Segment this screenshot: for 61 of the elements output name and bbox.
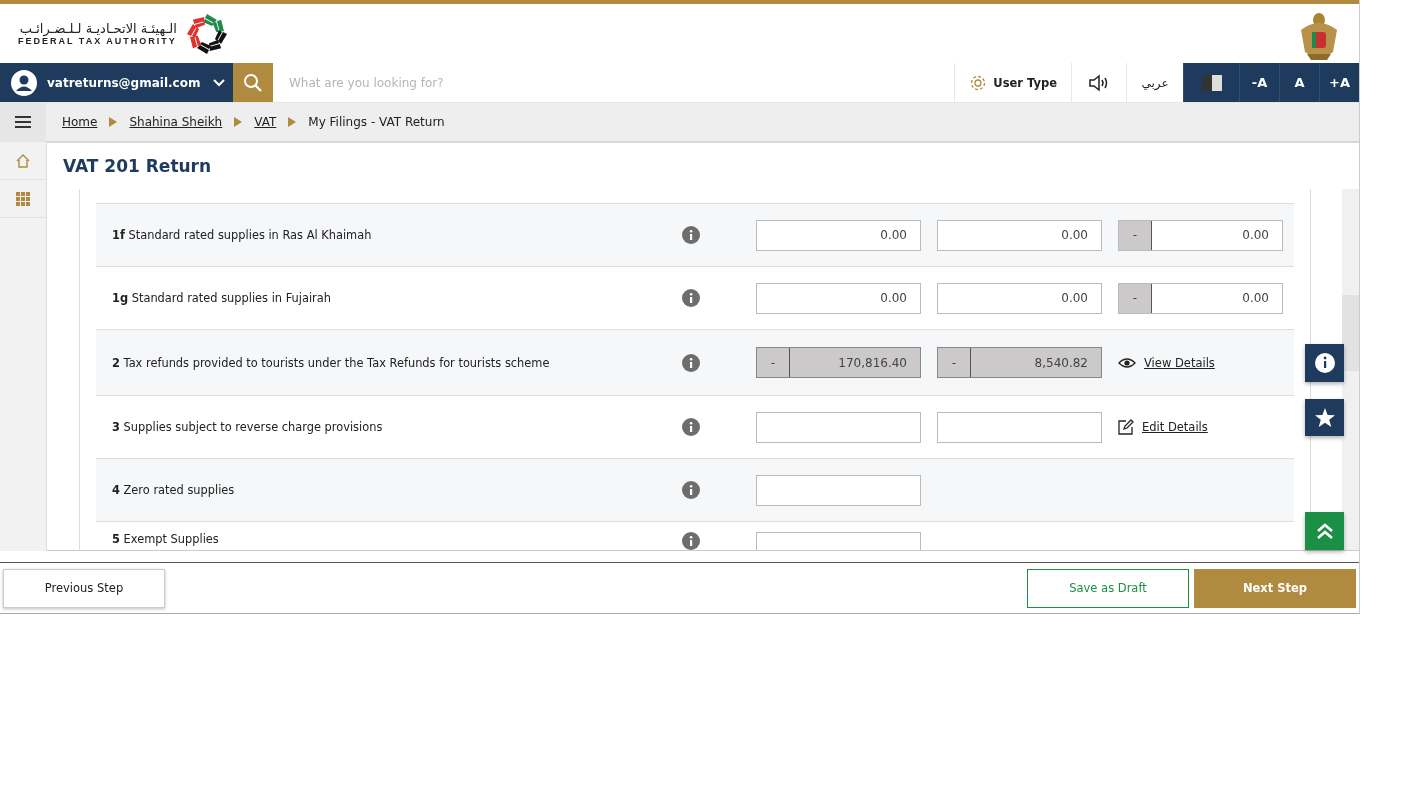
amount-field[interactable]: 0.00 bbox=[937, 282, 1102, 314]
edit-icon bbox=[1118, 419, 1134, 435]
home-icon bbox=[15, 152, 31, 169]
readonly-amount-field: - 170,816.40 bbox=[756, 347, 921, 378]
eye-icon bbox=[1118, 356, 1136, 369]
font-size-button[interactable]: A bbox=[1279, 63, 1319, 102]
logo-english-text: FEDERAL TAX AUTHORITY bbox=[18, 36, 177, 46]
amount-field[interactable] bbox=[756, 411, 921, 443]
amount-field[interactable]: - 0.00 bbox=[1118, 282, 1283, 314]
logo-arabic-text: الـهيئـة الاتحـاديـة لـلـضـرائـب bbox=[19, 21, 177, 36]
row-label: 3 Supplies subject to reverse charge provisions bbox=[112, 420, 384, 434]
user-menu[interactable]: vatreturns@gmail.com bbox=[0, 63, 233, 102]
amount-field[interactable]: 0.00 bbox=[756, 282, 921, 314]
amount-field[interactable] bbox=[937, 411, 1102, 443]
caret-right-icon bbox=[288, 117, 297, 127]
row-label: 4 Zero rated supplies bbox=[112, 483, 236, 497]
amount-field[interactable]: 0.00 bbox=[756, 219, 921, 251]
info-icon[interactable] bbox=[682, 289, 700, 307]
menu-icon bbox=[15, 115, 31, 129]
grid-icon bbox=[16, 191, 30, 206]
search-button[interactable] bbox=[233, 63, 273, 102]
previous-step-button[interactable]: Previous Step bbox=[3, 568, 165, 608]
gear-icon bbox=[969, 73, 988, 92]
info-icon[interactable] bbox=[682, 418, 700, 436]
breadcrumb-link[interactable]: Home bbox=[62, 115, 98, 129]
star-icon bbox=[1313, 406, 1336, 429]
speaker-icon bbox=[1088, 73, 1110, 92]
row-label: 2 Tax refunds provided to tourists under the Tax Refunds for tourists scheme bbox=[112, 355, 551, 370]
page-title: VAT 201 Return bbox=[62, 155, 213, 178]
row-label: 1g Standard rated supplies in Fujairah bbox=[112, 291, 332, 305]
info-icon[interactable] bbox=[682, 532, 700, 550]
search-icon bbox=[243, 72, 263, 93]
menu-button[interactable] bbox=[0, 103, 46, 142]
breadcrumb-link[interactable]: VAT bbox=[254, 115, 277, 129]
info-icon bbox=[1313, 351, 1336, 374]
caret-right-icon bbox=[109, 117, 118, 127]
avatar-icon bbox=[11, 69, 37, 96]
amount-field[interactable] bbox=[756, 474, 921, 506]
amount-field[interactable]: - 0.00 bbox=[1118, 219, 1283, 251]
font-size-button[interactable]: -A bbox=[1239, 63, 1279, 102]
readonly-amount-field: - 8,540.82 bbox=[937, 347, 1102, 378]
edit-details-link[interactable]: Edit Details bbox=[1142, 420, 1208, 434]
info-icon[interactable] bbox=[682, 226, 700, 244]
font-size-button[interactable]: +A bbox=[1319, 63, 1359, 102]
scroll-top-button[interactable] bbox=[1305, 512, 1344, 550]
scrollbar-thumb[interactable] bbox=[1342, 295, 1359, 371]
contrast-button[interactable] bbox=[1183, 63, 1239, 102]
caret-right-icon bbox=[234, 117, 243, 127]
breadcrumb-current: My Filings - VAT Return bbox=[308, 115, 445, 129]
save-draft-button[interactable]: Save as Draft bbox=[1027, 568, 1189, 608]
favorite-button[interactable] bbox=[1305, 398, 1344, 437]
row-label: 5 Exempt Supplies bbox=[112, 532, 220, 546]
chevron-down-icon bbox=[213, 78, 225, 87]
info-button[interactable] bbox=[1305, 344, 1344, 382]
info-icon[interactable] bbox=[682, 353, 700, 372]
contrast-icon bbox=[1201, 74, 1222, 91]
breadcrumb-link[interactable]: Shahina Sheikh bbox=[129, 115, 223, 129]
view-details-link[interactable]: View Details bbox=[1144, 355, 1215, 370]
row-label: 1f Standard rated supplies in Ras Al Khaimah bbox=[112, 228, 373, 242]
amount-field[interactable]: 0.00 bbox=[937, 219, 1102, 251]
info-icon[interactable] bbox=[682, 481, 700, 499]
